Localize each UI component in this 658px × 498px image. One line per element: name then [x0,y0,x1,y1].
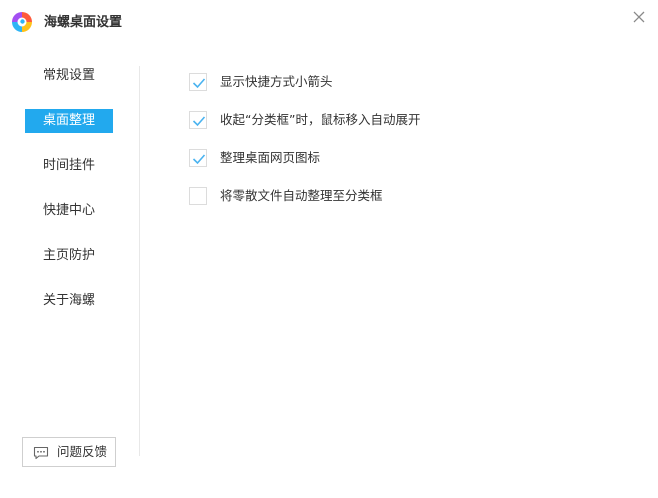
sidebar-item-time-widget[interactable]: 时间挂件 [25,154,113,178]
checkmark-icon [192,154,206,165]
sidebar-item-desktop-organize[interactable]: 桌面整理 [25,109,113,133]
checkmark-icon [192,116,206,127]
sidebar-item-about[interactable]: 关于海螺 [25,289,113,313]
title-bar: 海螺桌面设置 [0,0,658,44]
sidebar-divider [139,66,140,456]
checkmark-icon [192,78,206,89]
sidebar: 常规设置 桌面整理 时间挂件 快捷中心 主页防护 关于海螺 [0,44,140,464]
option-label: 显示快捷方式小箭头 [220,74,333,89]
option-label: 收起“分类框”时，鼠标移入自动展开 [220,112,421,127]
close-icon[interactable] [630,8,648,26]
conch-logo-icon [11,11,33,33]
sidebar-item-shortcut-center[interactable]: 快捷中心 [25,199,113,223]
sidebar-item-general-settings[interactable]: 常规设置 [25,64,113,88]
option-label: 整理桌面网页图标 [220,150,321,165]
settings-window: 海螺桌面设置 常规设置 桌面整理 时间挂件 快捷中心 主页防护 关于海螺 显示快… [0,0,658,498]
sidebar-item-homepage-protection[interactable]: 主页防护 [25,244,113,268]
chat-bubble-icon [33,445,49,460]
feedback-button[interactable]: 问题反馈 [22,437,116,467]
checkbox-checked[interactable] [189,111,207,129]
feedback-label: 问题反馈 [57,444,108,459]
checkbox-unchecked[interactable] [189,187,207,205]
checkbox-checked[interactable] [189,73,207,91]
app-title: 海螺桌面设置 [44,15,123,30]
checkbox-checked[interactable] [189,149,207,167]
option-label: 将零散文件自动整理至分类框 [220,188,383,203]
